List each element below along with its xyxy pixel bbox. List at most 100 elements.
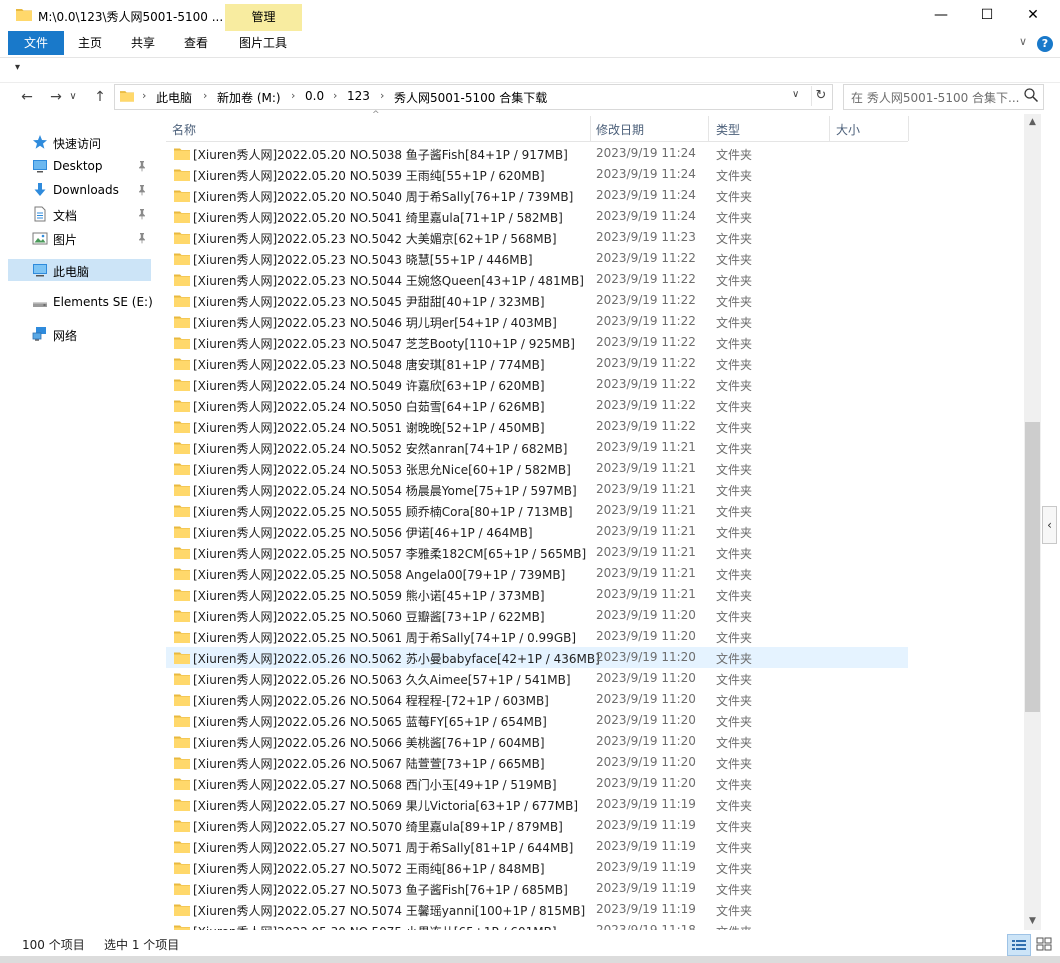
column-header-date[interactable]: 修改日期 [596,121,644,138]
folder-icon [174,568,190,580]
nav-item-quick-access[interactable]: 快速访问 [8,131,151,153]
nav-item-pictures[interactable]: 图片 [8,227,151,249]
back-button[interactable]: ← [16,86,38,108]
tab-picture-tools[interactable]: 图片工具 [239,31,287,55]
table-row[interactable]: [Xiuren秀人网]2022.05.24 NO.5050 白茹雪[64+1P … [166,395,908,416]
ribbon-tab-row [0,31,1060,58]
table-row[interactable]: [Xiuren秀人网]2022.05.30 NO.5075 小果冻儿[65+1P… [166,920,908,930]
table-row[interactable]: [Xiuren秀人网]2022.05.25 NO.5060 豆瓣酱[73+1P … [166,605,908,626]
table-row[interactable]: [Xiuren秀人网]2022.05.26 NO.5067 陆萱萱[73+1P … [166,752,908,773]
scroll-thumb[interactable] [1025,422,1040,712]
help-icon[interactable]: ? [1037,36,1053,52]
pin-icon[interactable] [136,160,148,172]
table-row[interactable]: [Xiuren秀人网]2022.05.20 NO.5041 绮里嘉ula[71+… [166,206,908,227]
file-modified-date: 2023/9/19 11:24 [596,167,696,181]
scroll-down-button[interactable]: ▼ [1024,913,1041,930]
table-row[interactable]: [Xiuren秀人网]2022.05.23 NO.5042 大美媚京[62+1P… [166,227,908,248]
table-row[interactable]: [Xiuren秀人网]2022.05.20 NO.5038 鱼子酱Fish[84… [166,143,908,164]
nav-item-desktop[interactable]: Desktop [8,155,151,177]
address-dropdown-icon[interactable]: ∨ [792,89,799,100]
table-row[interactable]: [Xiuren秀人网]2022.05.25 NO.5058 Angela00[7… [166,563,908,584]
table-row[interactable]: [Xiuren秀人网]2022.05.24 NO.5051 谢晚晚[52+1P … [166,416,908,437]
table-row[interactable]: [Xiuren秀人网]2022.05.27 NO.5070 绮里嘉ula[89+… [166,815,908,836]
table-row[interactable]: [Xiuren秀人网]2022.05.23 NO.5043 晓慧[55+1P /… [166,248,908,269]
table-row[interactable]: [Xiuren秀人网]2022.05.23 NO.5046 玥儿玥er[54+1… [166,311,908,332]
table-row[interactable]: [Xiuren秀人网]2022.05.24 NO.5054 杨晨晨Yome[75… [166,479,908,500]
recent-locations-icon[interactable]: ∨ [67,86,79,108]
table-row[interactable]: [Xiuren秀人网]2022.05.24 NO.5052 安然anran[74… [166,437,908,458]
table-row[interactable]: [Xiuren秀人网]2022.05.27 NO.5069 果儿Victoria… [166,794,908,815]
table-row[interactable]: [Xiuren秀人网]2022.05.25 NO.5059 熊小诺[45+1P … [166,584,908,605]
breadcrumb-current-folder[interactable]: 秀人网5001-5100 合集下载 [394,89,547,106]
table-row[interactable]: [Xiuren秀人网]2022.05.25 NO.5056 伊诺[46+1P /… [166,521,908,542]
table-row[interactable]: [Xiuren秀人网]2022.05.26 NO.5066 美桃酱[76+1P … [166,731,908,752]
table-row[interactable]: [Xiuren秀人网]2022.05.26 NO.5065 蓝莓FY[65+1P… [166,710,908,731]
table-row[interactable]: [Xiuren秀人网]2022.05.25 NO.5057 李雅柔182CM[6… [166,542,908,563]
tab-home[interactable]: 主页 [78,31,102,55]
table-row[interactable]: [Xiuren秀人网]2022.05.26 NO.5063 久久Aimee[57… [166,668,908,689]
tab-view[interactable]: 查看 [184,31,208,55]
table-row[interactable]: [Xiuren秀人网]2022.05.24 NO.5053 张思允Nice[60… [166,458,908,479]
breadcrumb-separator[interactable]: › [203,89,207,102]
up-button[interactable]: ↑ [89,86,111,108]
breadcrumb-separator[interactable]: › [333,89,337,102]
column-header-type[interactable]: 类型 [716,121,740,138]
file-modified-date: 2023/9/19 11:19 [596,860,696,874]
table-row[interactable]: [Xiuren秀人网]2022.05.27 NO.5072 王雨纯[86+1P … [166,857,908,878]
refresh-button[interactable]: ↻ [811,86,830,106]
table-row[interactable]: [Xiuren秀人网]2022.05.23 NO.5047 芝芝Booty[11… [166,332,908,353]
nav-item-documents[interactable]: 文档 [8,203,151,225]
forward-button[interactable]: → [45,86,67,108]
table-row[interactable]: [Xiuren秀人网]2022.05.23 NO.5045 尹甜甜[40+1P … [166,290,908,311]
file-modified-date: 2023/9/19 11:19 [596,797,696,811]
nav-item-this-pc[interactable]: 此电脑 [8,259,151,281]
column-divider[interactable] [908,116,909,141]
table-row[interactable]: [Xiuren秀人网]2022.05.27 NO.5074 王馨瑶yanni[1… [166,899,908,920]
column-header-size[interactable]: 大小 [836,121,860,138]
pin-icon[interactable] [136,208,148,220]
column-divider[interactable] [708,116,709,141]
table-row[interactable]: [Xiuren秀人网]2022.05.26 NO.5064 程程程-[72+1P… [166,689,908,710]
tab-file[interactable]: 文件 [8,31,64,55]
table-row[interactable]: [Xiuren秀人网]2022.05.24 NO.5049 许嘉欣[63+1P … [166,374,908,395]
column-divider[interactable] [590,116,591,141]
column-header-name[interactable]: 名称 [172,121,196,138]
table-row[interactable]: [Xiuren秀人网]2022.05.25 NO.5055 顾乔楠Cora[80… [166,500,908,521]
breadcrumb-separator[interactable]: › [291,89,295,102]
breadcrumb-drive[interactable]: 新加卷 (M:) [217,89,281,106]
breadcrumb-separator[interactable]: › [142,89,146,102]
file-type: 文件夹 [716,904,753,918]
table-row[interactable]: [Xiuren秀人网]2022.05.20 NO.5039 王雨纯[55+1P … [166,164,908,185]
nav-item-elements-drive[interactable]: Elements SE (E:) [8,291,153,313]
pin-icon[interactable] [136,184,148,196]
minimize-button[interactable]: — [918,0,964,31]
preview-pane-toggle[interactable]: ‹ [1042,506,1057,544]
table-row[interactable]: [Xiuren秀人网]2022.05.27 NO.5071 周于希Sally[8… [166,836,908,857]
details-view-icon[interactable] [1007,934,1031,956]
close-button[interactable]: ✕ [1010,0,1056,31]
search-icon[interactable] [1023,87,1039,103]
scroll-up-button[interactable]: ▲ [1024,114,1041,131]
breadcrumb-folder-123[interactable]: 123 [347,89,370,103]
pin-icon[interactable] [136,232,148,244]
breadcrumb-this-pc[interactable]: 此电脑 [156,89,192,106]
table-row[interactable]: [Xiuren秀人网]2022.05.23 NO.5048 唐安琪[81+1P … [166,353,908,374]
breadcrumb-separator[interactable]: › [380,89,384,102]
table-row[interactable]: [Xiuren秀人网]2022.05.26 NO.5062 苏小曼babyfac… [166,647,908,668]
maximize-button[interactable]: ☐ [964,0,1010,31]
column-divider[interactable] [829,116,830,141]
table-row[interactable]: [Xiuren秀人网]2022.05.27 NO.5073 鱼子酱Fish[76… [166,878,908,899]
breadcrumb-folder-0-0[interactable]: 0.0 [305,89,324,103]
large-icons-view-icon[interactable] [1033,934,1055,954]
nav-item-network[interactable]: 网络 [8,323,151,345]
file-modified-date: 2023/9/19 11:19 [596,839,696,853]
tab-share[interactable]: 共享 [131,31,155,55]
qat-dropdown-icon[interactable]: ▾ [15,62,20,73]
table-row[interactable]: [Xiuren秀人网]2022.05.23 NO.5044 王婉悠Queen[4… [166,269,908,290]
ribbon-collapse-icon[interactable]: ∨ [1016,35,1030,51]
table-row[interactable]: [Xiuren秀人网]2022.05.20 NO.5040 周于希Sally[7… [166,185,908,206]
nav-item-downloads[interactable]: Downloads [8,179,151,201]
table-row[interactable]: [Xiuren秀人网]2022.05.27 NO.5068 西门小玉[49+1P… [166,773,908,794]
context-tab-manage[interactable]: 管理 [225,4,302,31]
table-row[interactable]: [Xiuren秀人网]2022.05.25 NO.5061 周于希Sally[7… [166,626,908,647]
